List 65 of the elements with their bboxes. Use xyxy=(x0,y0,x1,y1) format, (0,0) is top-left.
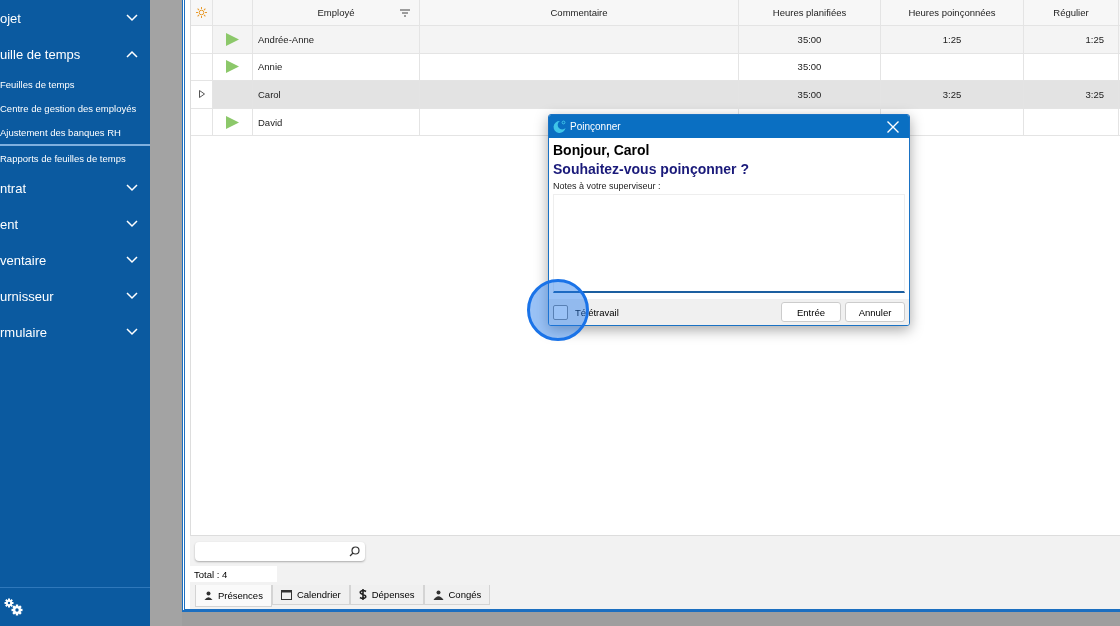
tab[interactable]: Calendrier xyxy=(271,585,350,605)
column-header[interactable]: Régulier xyxy=(1053,7,1089,18)
sidebar-group[interactable]: ventaire xyxy=(0,242,150,278)
checkbox[interactable] xyxy=(553,304,568,320)
column-header[interactable]: Heures poinçonnées xyxy=(908,7,996,18)
sidebar-item[interactable]: Centre de gestion des employés xyxy=(0,96,150,120)
chevron-down-icon[interactable] xyxy=(126,328,138,336)
chevron-down-icon[interactable] xyxy=(126,14,138,22)
sidebar-group[interactable]: rmulaire xyxy=(0,314,150,350)
notes-field[interactable] xyxy=(553,194,905,294)
grid-row[interactable]: Annie 35:00 xyxy=(191,53,1120,82)
dialog-question: Souhaitez-vous poinçonner ? xyxy=(553,161,750,178)
tab[interactable]: Dépenses xyxy=(349,585,424,605)
person-icon xyxy=(204,591,213,600)
row-header-cell[interactable] xyxy=(191,26,213,53)
grid-row[interactable]: Andrée-Anne 35:00 1:25 1:25 xyxy=(191,26,1120,54)
search-icon[interactable] xyxy=(349,545,360,557)
table-cell: 35:00 xyxy=(797,61,822,73)
dialog-button[interactable]: Entrée xyxy=(781,302,841,323)
sidebar-item[interactable]: Rapports de feuilles de temps xyxy=(0,146,150,170)
dollar-icon xyxy=(358,589,367,600)
dialog-button[interactable]: Annuler xyxy=(845,302,905,323)
sidebar-group[interactable]: uille de temps xyxy=(0,36,150,72)
sidebar-group[interactable]: urnisseur xyxy=(0,278,150,314)
table-cell: 35:00 xyxy=(797,89,822,100)
chevron-down-icon[interactable] xyxy=(126,256,138,264)
sun-icon[interactable] xyxy=(196,7,207,18)
table-cell: Carol xyxy=(258,89,281,100)
table-cell: Annie xyxy=(258,61,283,73)
table-cell: Andrée-Anne xyxy=(258,33,314,45)
total-count: Total : 4 xyxy=(190,566,277,582)
table-cell: David xyxy=(258,116,283,128)
filter-icon[interactable] xyxy=(400,8,410,17)
play-icon[interactable] xyxy=(226,60,239,74)
sidebar-group[interactable]: ent xyxy=(0,206,150,242)
field-label: Notes à votre superviseur : xyxy=(553,181,662,192)
row-header-cell[interactable] xyxy=(191,81,213,108)
chevron-down-icon[interactable] xyxy=(126,220,138,228)
people-icon xyxy=(432,589,444,600)
sidebar-group[interactable]: ntrat xyxy=(0,170,150,206)
app-logo-icon xyxy=(553,120,566,134)
calendar-icon xyxy=(280,589,292,600)
table-cell: 3:25 xyxy=(1085,89,1104,100)
tab[interactable]: Présences xyxy=(195,585,272,607)
row-pointer-icon xyxy=(198,90,205,99)
table-cell: 1:25 xyxy=(942,33,962,45)
tab[interactable]: Congés xyxy=(423,585,491,605)
close-icon[interactable] xyxy=(887,120,899,133)
sidebar-item[interactable]: Feuilles de temps xyxy=(0,72,150,96)
sidebar-group[interactable]: ojet xyxy=(0,0,150,36)
search-field[interactable] xyxy=(195,541,365,561)
column-header[interactable]: Employé xyxy=(317,7,355,18)
chevron-up-icon[interactable] xyxy=(126,50,138,58)
chevron-down-icon[interactable] xyxy=(126,184,138,192)
table-cell: 35:00 xyxy=(797,33,822,45)
table-cell: 3:25 xyxy=(942,89,962,100)
play-icon[interactable] xyxy=(226,115,239,129)
table-cell: 1:25 xyxy=(1085,33,1104,45)
greeting: Bonjour, Carol xyxy=(553,142,651,159)
column-header[interactable]: Commentaire xyxy=(550,7,608,18)
grid-row[interactable]: Carol 35:00 3:25 3:25 xyxy=(191,81,1120,109)
settings-icon[interactable] xyxy=(4,598,24,616)
chevron-down-icon[interactable] xyxy=(126,292,138,300)
column-header[interactable]: Heures planifiées xyxy=(772,7,847,18)
dialog-title: Poinçonner xyxy=(570,121,622,133)
